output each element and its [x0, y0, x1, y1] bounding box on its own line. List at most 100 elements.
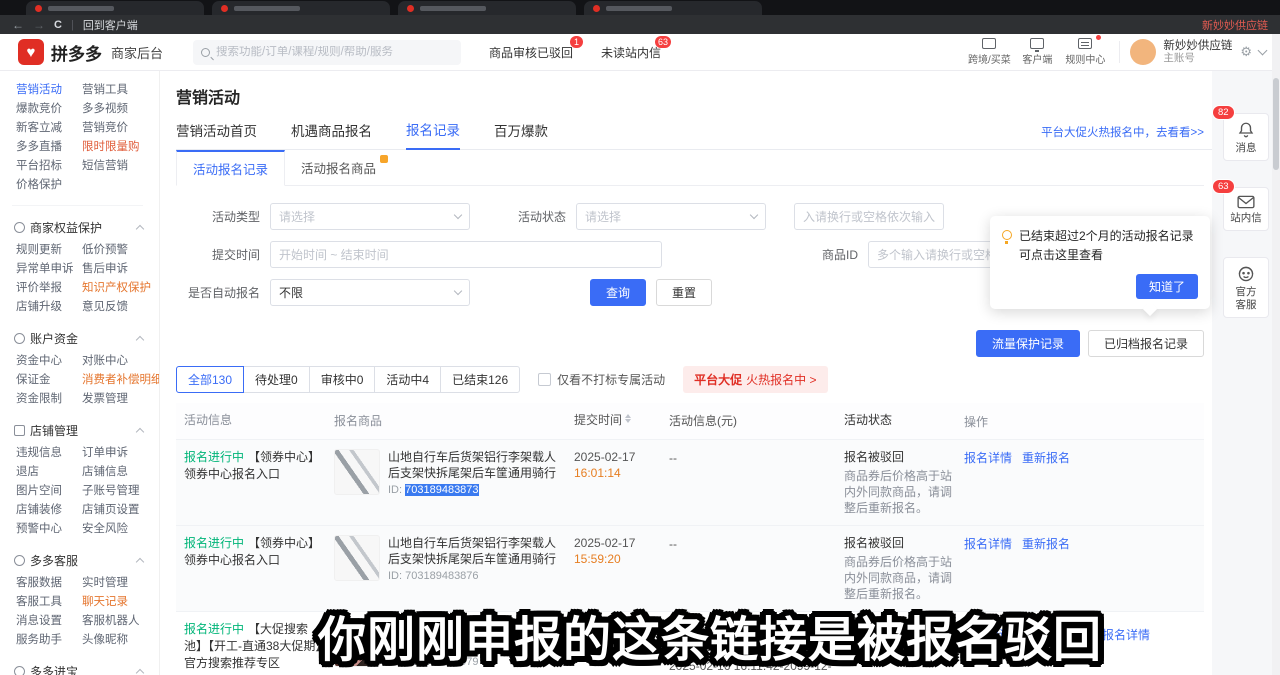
sidebar-item[interactable]: 违规信息 [16, 444, 82, 463]
product-title[interactable]: 山地自行车后货架铝行李架载人后支架快拆尾架后车筐通用骑行装备 [388, 449, 564, 481]
forward-icon[interactable]: → [33, 19, 45, 31]
browser-tab[interactable] [212, 1, 390, 15]
query-button[interactable]: 查询 [590, 279, 647, 306]
unread-mail-link[interactable]: 未读站内信 63 [601, 35, 672, 61]
sidebar-item[interactable]: 资金中心 [16, 352, 82, 371]
search-input[interactable] [216, 46, 437, 58]
sidebar-group-shop-management[interactable]: 店铺管理 [14, 422, 153, 439]
platform-promo-pill[interactable]: 平台大促 火热报名中 > [683, 366, 828, 393]
sidebar-item[interactable]: 低价预警 [82, 241, 153, 260]
signup-detail-link[interactable]: 报名详情 [964, 449, 1012, 466]
site-mail-card[interactable]: 63 站内信 [1212, 179, 1269, 231]
subtab-activity-goods[interactable]: 活动报名商品 [285, 150, 392, 185]
sidebar-item[interactable]: 安全风险 [82, 520, 153, 539]
sidebar-item[interactable]: 聊天记录 [82, 593, 153, 612]
sidebar-item[interactable]: 图片空间 [16, 482, 82, 501]
chip-ended[interactable]: 已结束126 [440, 366, 521, 393]
page-scrollbar[interactable] [1272, 34, 1280, 675]
tab-opportunity-signup[interactable]: 机遇商品报名 [291, 120, 372, 149]
chevron-down-icon[interactable] [1257, 45, 1268, 56]
sidebar-item[interactable]: 消费者补偿明细 [82, 371, 159, 390]
gear-icon[interactable]: ⚙ [1240, 44, 1252, 60]
sidebar-item[interactable]: 店铺装修 [16, 501, 82, 520]
sidebar-group-duoduo-jinbao[interactable]: 多多进宝 [14, 663, 153, 675]
sidebar-item[interactable]: 价格保护 [16, 176, 82, 195]
sidebar-item[interactable]: 多多视频 [82, 100, 153, 119]
signup-detail-link[interactable]: 报名详情 [1102, 626, 1150, 643]
sidebar-item[interactable]: 限时限量购 [82, 138, 153, 157]
sidebar-item[interactable]: 短信营销 [82, 157, 153, 176]
sidebar-item[interactable]: 对账中心 [82, 352, 159, 371]
sidebar-item[interactable]: 订单申诉 [82, 444, 153, 463]
sidebar-item[interactable]: 新客立减 [16, 119, 82, 138]
sidebar-item[interactable]: 发票管理 [82, 390, 159, 409]
global-search[interactable] [193, 39, 462, 65]
cross-border-link[interactable]: 跨境/买菜 [965, 38, 1013, 66]
product-thumbnail[interactable] [334, 535, 380, 581]
col-submit-time[interactable]: 提交时间 [574, 412, 669, 430]
address-text[interactable]: 回到客户端 [83, 17, 138, 33]
sort-icon[interactable] [625, 413, 632, 423]
sidebar-item[interactable]: 营销竞价 [82, 119, 153, 138]
reset-button[interactable]: 重置 [656, 279, 713, 306]
sidebar-group-merchant-rights[interactable]: 商家权益保护 [14, 219, 153, 236]
messages-card[interactable]: 82 消息 [1212, 105, 1269, 161]
traffic-protection-button[interactable]: 流量保护记录 [975, 330, 1080, 357]
sidebar-item[interactable]: 异常单申诉 [16, 260, 82, 279]
sidebar-item[interactable]: 服务助手 [16, 631, 82, 650]
sidebar-item[interactable]: 消息设置 [16, 612, 82, 631]
scrollbar-thumb[interactable] [1273, 78, 1279, 170]
product-thumbnail[interactable] [334, 449, 380, 495]
sidebar-item[interactable]: 退店 [16, 463, 82, 482]
sidebar-item[interactable]: 预警中心 [16, 520, 82, 539]
tooltip-ok-button[interactable]: 知道了 [1135, 274, 1198, 299]
archived-records-button[interactable]: 已归档报名记录 [1087, 330, 1204, 357]
sidebar-item[interactable]: 客服数据 [16, 574, 82, 593]
sidebar-item[interactable]: 店铺升级 [16, 298, 82, 317]
re-signup-link[interactable]: 重新报名 [1022, 449, 1070, 466]
re-signup-link[interactable]: 重新报名 [1022, 535, 1070, 552]
sidebar-item[interactable]: 保证金 [16, 371, 82, 390]
signup-detail-link[interactable]: 报名详情 [964, 535, 1012, 552]
activity-status-select[interactable]: 请选择 [576, 203, 766, 230]
browser-tab[interactable] [584, 1, 762, 15]
sidebar-item[interactable]: 店铺页设置 [82, 501, 153, 520]
sidebar-item[interactable]: 售后申诉 [82, 260, 153, 279]
account-avatar[interactable] [1130, 39, 1157, 65]
product-title[interactable]: 山地自行车后货架铝行李架载人后支架快拆尾架后车筐通用骑行装备 [388, 535, 564, 567]
sidebar-item[interactable]: 营销工具 [82, 81, 153, 100]
tab-signup-records[interactable]: 报名记录 [406, 119, 460, 150]
official-service-card[interactable]: 官方 客服 [1223, 257, 1269, 318]
client-link[interactable]: 客户端 [1013, 38, 1061, 66]
browser-tab[interactable] [398, 1, 576, 15]
sidebar-item[interactable]: 客服机器人 [82, 612, 153, 631]
sidebar-item[interactable]: 店铺信息 [82, 463, 153, 482]
auto-signup-select[interactable]: 不限 [270, 279, 470, 306]
sidebar-item[interactable]: 评价举报 [16, 279, 82, 298]
sidebar-item[interactable]: 实时管理 [82, 574, 153, 593]
sidebar-item[interactable]: 意见反馈 [82, 298, 153, 317]
chip-active[interactable]: 活动中4 [374, 366, 442, 393]
sidebar-item[interactable]: 爆款竞价 [16, 100, 82, 119]
sidebar-item[interactable]: 平台招标 [16, 157, 82, 176]
rule-center-link[interactable]: 规则中心 [1061, 35, 1109, 66]
sidebar-item[interactable]: 规则更新 [16, 241, 82, 260]
activity-id-input[interactable] [794, 203, 944, 230]
tab-marketing-home[interactable]: 营销活动首页 [176, 120, 257, 149]
browser-tab[interactable] [26, 1, 204, 15]
tab-million-bestseller[interactable]: 百万爆款 [494, 120, 548, 149]
submit-time-range-input[interactable] [270, 241, 662, 268]
sidebar-item[interactable]: 头像昵称 [82, 631, 153, 650]
chip-reviewing[interactable]: 审核中0 [308, 366, 376, 393]
reload-icon[interactable]: C [54, 19, 62, 31]
sidebar-item[interactable]: 子账号管理 [82, 482, 153, 501]
sidebar-item[interactable]: 多多直播 [16, 138, 82, 157]
sidebar-item-marketing-activity[interactable]: 营销活动 [16, 81, 82, 100]
selected-text[interactable]: 703189483873 [405, 484, 479, 496]
sidebar-group-customer-service[interactable]: 多多客服 [14, 552, 153, 569]
sidebar-item[interactable]: 客服工具 [16, 593, 82, 612]
chip-all[interactable]: 全部130 [176, 366, 245, 393]
exclusive-filter-checkbox[interactable] [538, 373, 552, 386]
sidebar-item[interactable]: 知识产权保护 [82, 279, 153, 298]
sidebar-item[interactable]: 资金限制 [16, 390, 82, 409]
